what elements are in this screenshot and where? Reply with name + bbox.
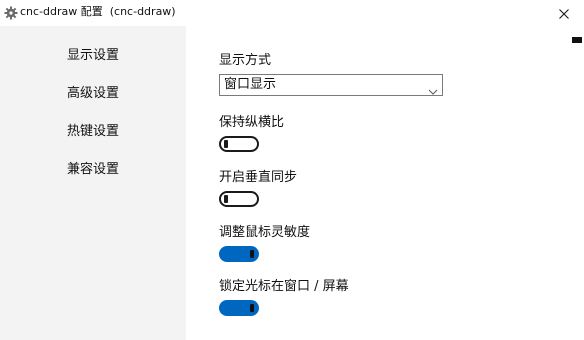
mouse-sensitivity-label: 调整鼠标灵敏度 xyxy=(219,225,311,240)
sidebar-item-display[interactable]: 显示设置 xyxy=(0,38,186,68)
close-button[interactable] xyxy=(544,0,584,26)
chevron-down-icon xyxy=(428,81,438,95)
toggle-knob xyxy=(250,304,254,312)
sidebar-item-compatibility[interactable]: 兼容设置 xyxy=(0,152,186,182)
display-mode-label: 显示方式 xyxy=(219,53,272,68)
settings-panel: 显示方式 窗口显示 保持纵横比 开启垂直同步 调整鼠标灵敏度 锁定光标在窗口 /… xyxy=(186,26,584,340)
toggle-knob xyxy=(224,140,228,148)
maintain-aspect-ratio-toggle[interactable] xyxy=(219,136,259,152)
toggle-knob xyxy=(224,195,228,203)
title-bar: cnc-ddraw 配置 (cnc-ddraw) xyxy=(0,0,584,26)
close-icon xyxy=(559,4,569,23)
sidebar-item-advanced[interactable]: 高级设置 xyxy=(0,76,186,106)
window-title: cnc-ddraw 配置 (cnc-ddraw) xyxy=(20,5,176,18)
lock-cursor-toggle[interactable] xyxy=(219,300,259,316)
toggle-knob xyxy=(250,250,254,258)
sidebar: 显示设置 高级设置 热键设置 兼容设置 xyxy=(0,26,186,340)
vsync-toggle[interactable] xyxy=(219,191,259,207)
sidebar-item-label: 显示设置 xyxy=(66,47,119,63)
gear-icon xyxy=(4,5,18,20)
sidebar-item-label: 高级设置 xyxy=(66,85,119,101)
sidebar-item-label: 热键设置 xyxy=(66,123,119,139)
scrollbar-thumb[interactable] xyxy=(572,37,582,43)
display-mode-select[interactable]: 窗口显示 xyxy=(219,74,443,96)
maintain-aspect-ratio-label: 保持纵横比 xyxy=(219,115,285,130)
display-mode-value: 窗口显示 xyxy=(224,77,277,92)
vsync-label: 开启垂直同步 xyxy=(219,170,298,185)
sidebar-item-label: 兼容设置 xyxy=(66,161,119,177)
sidebar-item-hotkeys[interactable]: 热键设置 xyxy=(0,114,186,144)
lock-cursor-label: 锁定光标在窗口 / 屏幕 xyxy=(219,279,349,294)
mouse-sensitivity-toggle[interactable] xyxy=(219,246,259,262)
